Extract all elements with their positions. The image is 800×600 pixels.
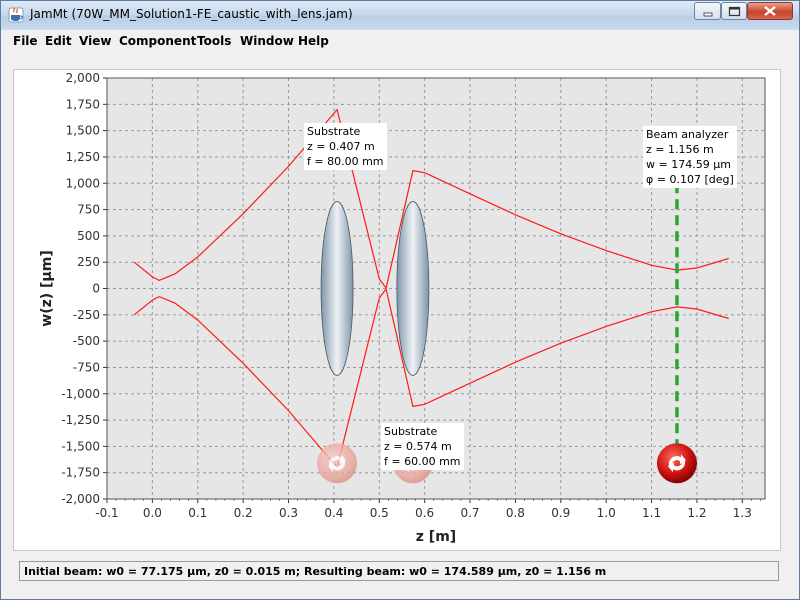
substrate2-label: Substrate z = 0.574 m f = 60.00 mm	[381, 423, 464, 470]
beam-analyzer-marker-icon-body	[656, 443, 697, 484]
substrate2-label-line: z = 0.574 m	[384, 440, 452, 453]
y-tick-label: -500	[73, 334, 100, 348]
x-tick-label: 0.2	[234, 506, 253, 520]
x-tick-label: 0.1	[188, 506, 207, 520]
lens-1	[320, 201, 354, 376]
x-tick-label: 0.8	[506, 506, 525, 520]
y-tick-label: 0	[92, 282, 100, 296]
x-tick-label: 0.3	[279, 506, 298, 520]
x-tick-label: 1.2	[687, 506, 706, 520]
analyzer-label-line: w = 174.59 µm	[646, 158, 731, 171]
y-tick-label: 1,750	[66, 97, 100, 111]
y-tick-label: 1,250	[66, 150, 100, 164]
substrate1-label-line: z = 0.407 m	[307, 140, 375, 153]
lens-2	[396, 201, 430, 376]
substrate1-label-line: Substrate	[307, 125, 361, 138]
x-tick-label: 0.7	[460, 506, 479, 520]
x-tick-label: 0.0	[143, 506, 162, 520]
status-text: Initial beam: w0 = 77.175 µm, z0 = 0.015…	[24, 565, 607, 578]
beam-caustic-chart[interactable]: -0.1 0.0 0.1 0.2 0.3 0.4 0.5 0.6 0.7 0.8 0.9 1.0 1.1…	[1, 1, 799, 599]
analyzer-label-line: Beam analyzer	[646, 128, 729, 141]
y-tick-label: -750	[73, 360, 100, 374]
x-tick-label: 0.5	[370, 506, 389, 520]
beam-analyzer-marker-icon	[656, 443, 697, 484]
substrate1-label: Substrate z = 0.407 m f = 80.00 mm	[304, 123, 387, 170]
y-tick-label: 500	[77, 229, 100, 243]
y-tick-label: 1,500	[66, 124, 100, 138]
y-tick-label: -250	[73, 308, 100, 322]
app-window: JamMt (70W_MM_Solution1-FE_caustic_with_…	[0, 0, 800, 600]
y-tick-label: -1,500	[61, 439, 100, 453]
x-tick-label: 0.9	[551, 506, 570, 520]
y-tick-label: 250	[77, 255, 100, 269]
y-tick-label: 1,000	[66, 176, 100, 190]
status-bar: Initial beam: w0 = 77.175 µm, z0 = 0.015…	[19, 561, 779, 581]
y-axis-label: w(z) [µm]	[39, 250, 55, 326]
y-tick-label: -1,000	[61, 387, 100, 401]
substrate1-marker-icon	[317, 443, 358, 484]
beam-analyzer-label: Beam analyzer z = 1.156 m w = 174.59 µm …	[643, 126, 737, 188]
y-tick-label: -2,000	[61, 492, 100, 506]
substrate1-marker-icon-body	[317, 443, 358, 484]
analyzer-label-line: z = 1.156 m	[646, 143, 714, 156]
substrate2-label-line: Substrate	[384, 425, 438, 438]
substrate2-label-line: f = 60.00 mm	[384, 455, 461, 468]
x-tick-label: -0.1	[95, 506, 118, 520]
x-tick-label: 1.0	[597, 506, 616, 520]
y-tick-label: -1,250	[61, 413, 100, 427]
y-tick-label: -1,750	[61, 466, 100, 480]
y-tick-label: 750	[77, 203, 100, 217]
substrate1-label-line: f = 80.00 mm	[307, 155, 384, 168]
y-tick-label: 2,000	[66, 71, 100, 85]
x-tick-label: 0.6	[415, 506, 434, 520]
x-tick-label: 1.3	[733, 506, 752, 520]
analyzer-label-line: φ = 0.107 [deg]	[646, 173, 734, 186]
x-tick-label: 0.4	[324, 506, 343, 520]
x-tick-label: 1.1	[642, 506, 661, 520]
x-axis-label: z [m]	[416, 529, 456, 545]
